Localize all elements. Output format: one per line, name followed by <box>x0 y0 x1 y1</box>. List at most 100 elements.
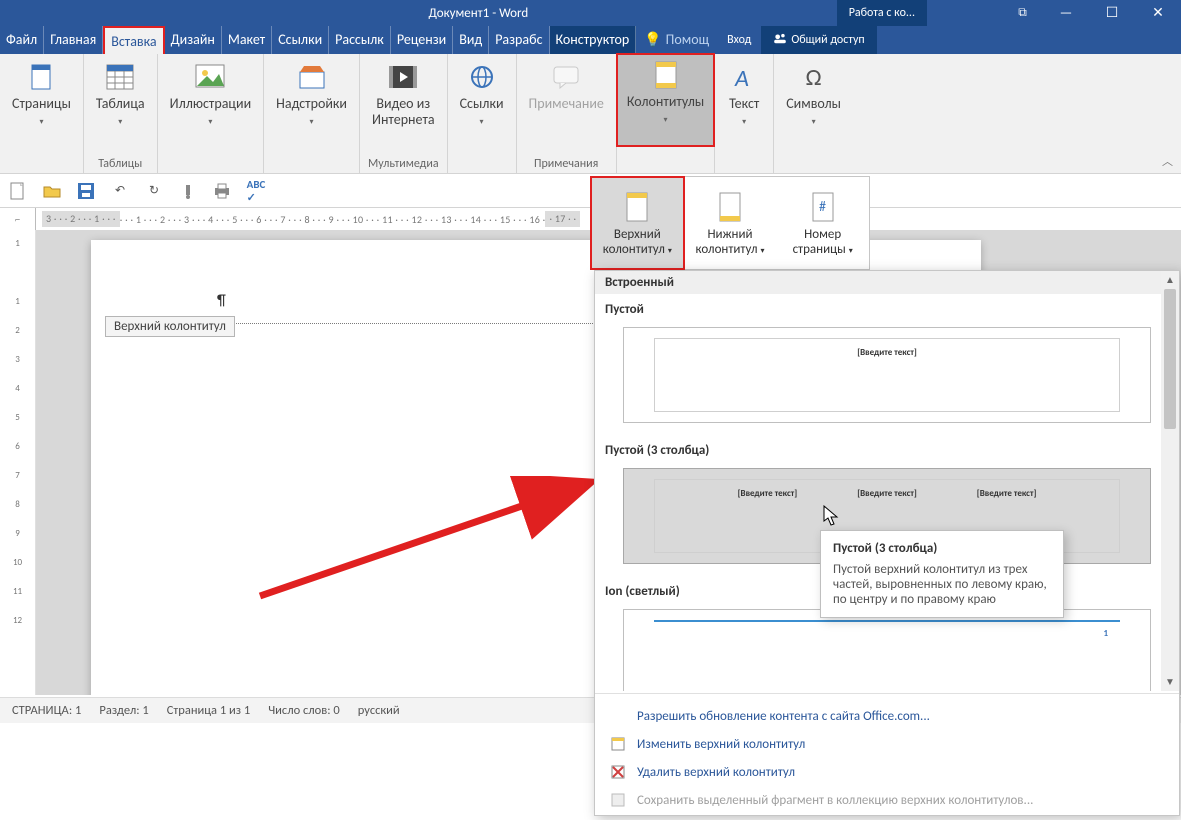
online-video-button[interactable]: Видео из Интернета <box>366 58 441 146</box>
scroll-thumb[interactable] <box>1164 289 1176 429</box>
footer-icon <box>712 187 748 227</box>
group-comments: Примечание Примечания <box>517 54 617 173</box>
menu-remove-header[interactable]: Удалить верхний колонтитул <box>595 758 1179 786</box>
menu-save-selection: Сохранить выделенный фрагмент в коллекци… <box>595 786 1179 814</box>
tab-file[interactable]: Файл <box>0 26 44 54</box>
open-icon[interactable] <box>42 181 62 201</box>
group-headers: Колонтитулы▾ <box>617 54 715 173</box>
status-section[interactable]: Раздел: 1 <box>99 703 148 718</box>
link-icon <box>465 60 499 94</box>
omega-icon: Ω <box>797 60 831 94</box>
illustrations-button[interactable]: Иллюстрации▾ <box>164 58 258 146</box>
tab-home[interactable]: Главная <box>44 26 103 54</box>
links-button[interactable]: Ссылки▾ <box>454 58 510 146</box>
new-doc-icon[interactable] <box>8 181 28 201</box>
ribbon-mode-icon[interactable]: ⧉ <box>997 0 1043 26</box>
header-region-tag: Верхний колонтитул <box>105 316 235 337</box>
video-icon <box>386 60 420 94</box>
header-icon <box>619 187 655 227</box>
pagenum-icon: # <box>805 187 841 227</box>
headers-submenu: Верхний колонтитул ▾ Нижний колонтитул ▾… <box>590 176 870 270</box>
window-title: Документ1 - Word <box>0 6 837 21</box>
gallery-item-empty[interactable]: [Введите текст] <box>623 327 1151 423</box>
picture-icon <box>193 60 227 94</box>
save-icon[interactable] <box>76 181 96 201</box>
group-text: A Текст▾ <box>715 54 774 173</box>
maximize-button[interactable]: ☐ <box>1089 0 1135 26</box>
close-button[interactable]: ✕ <box>1135 0 1181 26</box>
header-button[interactable]: Верхний колонтитул ▾ <box>591 177 684 269</box>
comment-button[interactable]: Примечание <box>523 58 610 146</box>
tab-insert[interactable]: Вставка <box>103 26 164 54</box>
title-bar: Документ1 - Word Работа с ко... ⧉ — ☐ ✕ <box>0 0 1181 26</box>
group-addins: Надстройки▾ <box>264 54 360 173</box>
menu-allow-online-update[interactable]: Разрешить обновление контента с сайта Of… <box>595 702 1179 730</box>
status-pageof[interactable]: Страница 1 из 1 <box>167 703 250 718</box>
scroll-down-icon[interactable]: ▼ <box>1161 673 1179 691</box>
tab-selector[interactable]: ⌐ <box>0 208 36 230</box>
addins-button[interactable]: Надстройки▾ <box>270 58 353 146</box>
group-tables: Таблица▾ Таблицы <box>84 54 158 173</box>
svg-text:A: A <box>734 64 749 90</box>
headers-footers-button[interactable]: Колонтитулы▾ <box>617 54 714 146</box>
group-pages: Страницы▾ <box>0 54 84 173</box>
pages-button[interactable]: Страницы▾ <box>6 58 77 146</box>
group-symbols: Ω Символы▾ <box>774 54 853 173</box>
tell-me[interactable]: 💡Помощ <box>636 26 717 54</box>
tab-design-tools[interactable]: Конструктор <box>550 26 637 54</box>
vertical-ruler[interactable]: 1123456789101112 <box>0 230 36 695</box>
share-icon <box>773 31 787 45</box>
undo-icon[interactable]: ↶ <box>110 181 130 201</box>
minimize-button[interactable]: — <box>1043 0 1089 26</box>
redo-icon[interactable]: ↻ <box>144 181 164 201</box>
touch-mode-icon[interactable] <box>178 181 198 201</box>
tooltip-title: Пустой (3 столбца) <box>833 541 1051 556</box>
tab-mail[interactable]: Рассылк <box>329 26 391 54</box>
status-words[interactable]: Число слов: 0 <box>268 703 340 718</box>
status-page[interactable]: СТРАНИЦА: 1 <box>12 703 81 718</box>
group-links: Ссылки▾ <box>448 54 517 173</box>
tooltip: Пустой (3 столбца) Пустой верхний колонт… <box>820 530 1064 618</box>
sign-in[interactable]: Вход <box>717 26 761 54</box>
table-button[interactable]: Таблица▾ <box>90 58 151 146</box>
symbols-button[interactable]: Ω Символы▾ <box>780 58 847 146</box>
tooltip-body: Пустой верхний колонтитул из трех частей… <box>833 562 1051 607</box>
group-illustrations: Иллюстрации▾ <box>158 54 265 173</box>
menu-edit-header[interactable]: Изменить верхний колонтитул <box>595 730 1179 758</box>
status-lang[interactable]: русский <box>358 703 400 718</box>
tab-refs[interactable]: Ссылки <box>272 26 329 54</box>
store-icon <box>295 60 329 94</box>
tab-view[interactable]: Вид <box>453 26 489 54</box>
page-number-button[interactable]: # Номер страницы ▾ <box>776 177 869 269</box>
comment-icon <box>549 60 583 94</box>
gallery-scrollbar[interactable]: ▲ ▼ <box>1161 271 1179 691</box>
scroll-up-icon[interactable]: ▲ <box>1161 271 1179 289</box>
save-selection-icon <box>609 791 627 809</box>
share-button[interactable]: Общий доступ <box>761 26 876 54</box>
edit-header-icon <box>609 735 627 753</box>
tab-dev[interactable]: Разрабс <box>489 26 549 54</box>
collapse-ribbon-icon[interactable]: ︿ <box>1162 153 1173 169</box>
print-preview-icon[interactable] <box>212 181 232 201</box>
spell-check-icon[interactable]: ABC✓ <box>246 181 266 201</box>
footer-button[interactable]: Нижний колонтитул ▾ <box>684 177 777 269</box>
svg-text:#: # <box>819 198 826 215</box>
tab-review[interactable]: Рецензи <box>391 26 453 54</box>
tab-layout[interactable]: Макет <box>222 26 272 54</box>
textbox-icon: A <box>727 60 761 94</box>
gallery-section-builtin: Встроенный <box>595 271 1179 294</box>
contextual-tab-label[interactable]: Работа с ко... <box>837 0 927 26</box>
text-button[interactable]: A Текст▾ <box>721 58 767 146</box>
window-buttons: ⧉ — ☐ ✕ <box>997 0 1181 26</box>
paragraph-mark: ¶ <box>217 292 226 310</box>
cursor-icon <box>823 505 841 532</box>
header-footer-icon <box>649 58 683 92</box>
annotation-arrow <box>250 476 600 606</box>
table-icon <box>103 60 137 94</box>
remove-header-icon <box>609 763 627 781</box>
tab-design[interactable]: Дизайн <box>165 26 222 54</box>
ribbon-tabs: Файл Главная Вставка Дизайн Макет Ссылки… <box>0 26 1181 54</box>
bulb-icon: 💡 <box>644 31 661 48</box>
group-media: Видео из Интернета Мультимедиа <box>360 54 448 173</box>
gallery-item-ion-light[interactable]: 1 <box>623 609 1151 691</box>
